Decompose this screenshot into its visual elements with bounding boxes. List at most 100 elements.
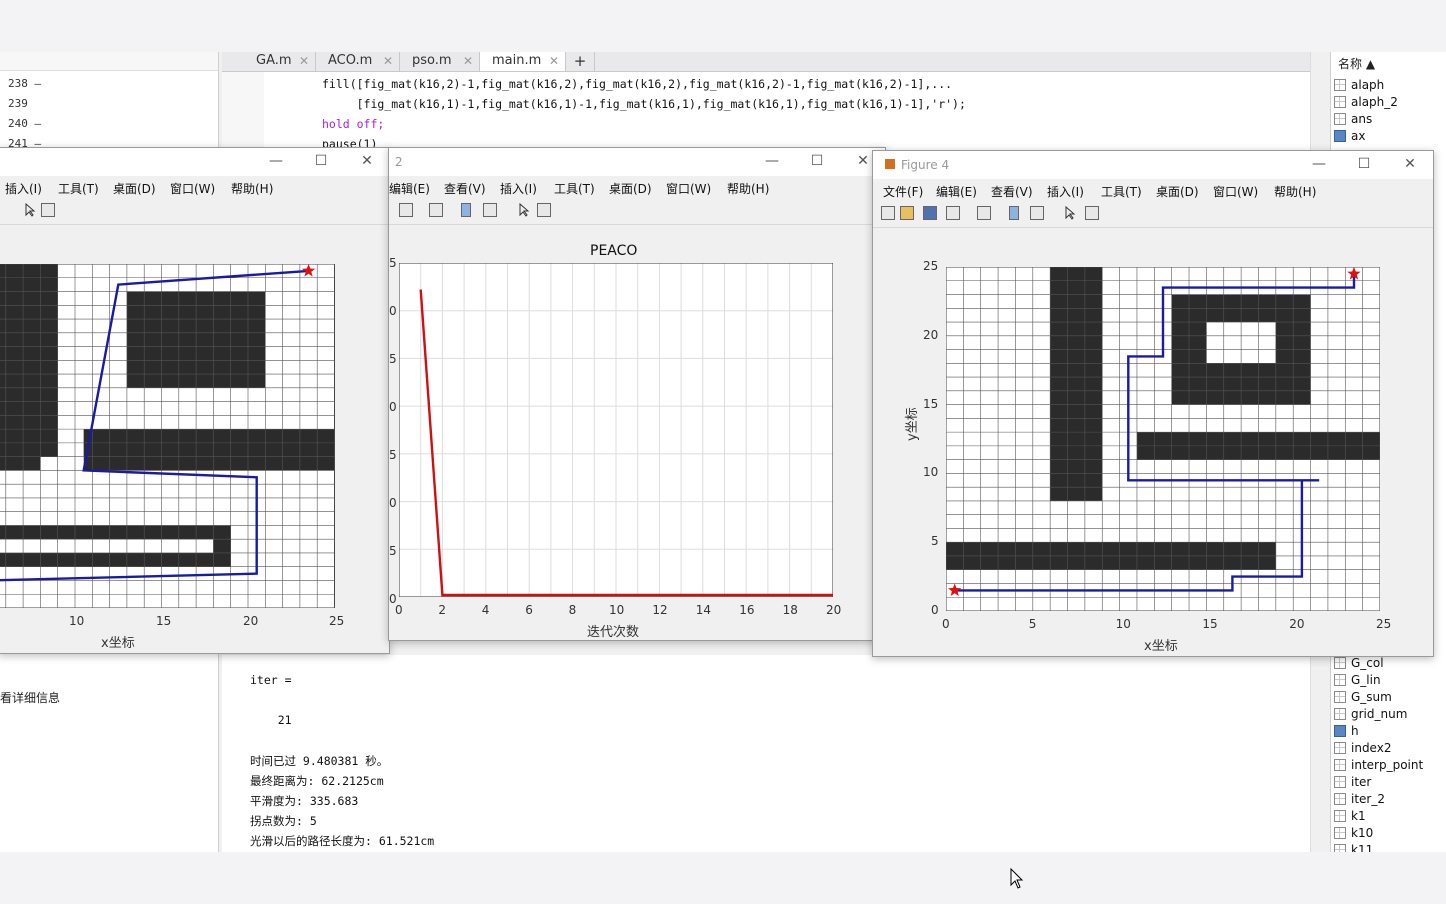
close-icon[interactable]: ✕ bbox=[299, 52, 309, 70]
command-output-line: 拐点数为: 5 bbox=[250, 814, 317, 828]
workspace-variable[interactable]: index2 bbox=[1334, 740, 1391, 757]
variable-name: alaph bbox=[1351, 78, 1385, 92]
link-icon[interactable] bbox=[429, 203, 443, 217]
maximize-button[interactable]: ☐ bbox=[310, 151, 332, 171]
workspace-variable[interactable]: G_lin bbox=[1334, 672, 1381, 689]
workspace-variable[interactable]: alaph_2 bbox=[1334, 94, 1398, 111]
menu-insert[interactable]: 插入(I) bbox=[500, 180, 537, 197]
maximize-button[interactable]: ☐ bbox=[806, 151, 828, 171]
title-bar[interactable]: — ☐ ✕ bbox=[0, 148, 389, 176]
open-folder-icon[interactable] bbox=[900, 206, 914, 220]
workspace-header[interactable]: 名称 ▲ bbox=[1338, 55, 1375, 72]
editor-tabs: GA.m ✕ ACO.m ✕ pso.m ✕ main.m ✕ + bbox=[222, 52, 1310, 72]
new-file-icon[interactable] bbox=[881, 206, 895, 220]
close-icon[interactable]: ✕ bbox=[383, 52, 393, 70]
tab-ga[interactable]: GA.m ✕ bbox=[244, 52, 316, 71]
code-line[interactable]: hold off; bbox=[322, 117, 384, 131]
workspace-variable[interactable]: k1 bbox=[1334, 808, 1366, 825]
workspace-variable[interactable]: G_col bbox=[1334, 655, 1384, 672]
menu-help[interactable]: 帮助(H) bbox=[727, 180, 769, 197]
menu-insert[interactable]: 插入(I) bbox=[5, 180, 42, 197]
colorbar-icon[interactable] bbox=[1009, 206, 1019, 220]
legend-icon[interactable] bbox=[1030, 206, 1044, 220]
top-strip bbox=[0, 0, 1446, 52]
variable-name: G_lin bbox=[1351, 673, 1381, 687]
close-button[interactable]: ✕ bbox=[356, 151, 378, 171]
workspace-variable[interactable]: h bbox=[1334, 723, 1359, 740]
menu-insert[interactable]: 插入(I) bbox=[1047, 183, 1084, 200]
menu-help[interactable]: 帮助(H) bbox=[231, 180, 273, 197]
figure-window-right[interactable]: Figure 4 — ☐ ✕ 文件(F) 编辑(E) 查看(V) 插入(I) 工… bbox=[872, 150, 1434, 657]
y-tick: 5 bbox=[389, 352, 397, 366]
pointer-icon[interactable] bbox=[23, 202, 37, 217]
workspace-variable[interactable]: alaph bbox=[1334, 77, 1384, 94]
minimize-button[interactable]: — bbox=[1308, 154, 1330, 174]
menu-desktop[interactable]: 桌面(D) bbox=[609, 180, 652, 197]
matrix-icon bbox=[1334, 657, 1346, 669]
variable-name: k1 bbox=[1351, 809, 1366, 823]
x-tick: 15 bbox=[1202, 617, 1218, 631]
title-bar[interactable]: Figure 4 — ☐ ✕ bbox=[873, 151, 1433, 179]
figure-window-left[interactable]: — ☐ ✕ 插入(I) 工具(T) 桌面(D) 窗口(W) 帮助(H) 10 1… bbox=[0, 147, 390, 654]
menu-window[interactable]: 窗口(W) bbox=[666, 180, 711, 197]
panel-icon[interactable] bbox=[537, 203, 551, 217]
x-tick: 20 bbox=[1289, 617, 1305, 631]
tab-pso[interactable]: pso.m ✕ bbox=[400, 52, 480, 71]
x-axis-label: x坐标 bbox=[101, 636, 135, 651]
menu-desktop[interactable]: 桌面(D) bbox=[1156, 183, 1199, 200]
add-tab-button[interactable]: + bbox=[566, 52, 595, 71]
menu-window[interactable]: 窗口(W) bbox=[170, 180, 215, 197]
close-button[interactable]: ✕ bbox=[1399, 154, 1421, 174]
workspace-variable[interactable]: grid_num bbox=[1334, 706, 1407, 723]
x-tick: 5 bbox=[1028, 617, 1037, 631]
menu-tools[interactable]: 工具(T) bbox=[58, 180, 99, 197]
menu-help[interactable]: 帮助(H) bbox=[1274, 183, 1316, 200]
print-icon[interactable] bbox=[399, 203, 413, 217]
close-button[interactable]: ✕ bbox=[852, 151, 874, 171]
maximize-button[interactable]: ☐ bbox=[1353, 154, 1375, 174]
x-tick: 18 bbox=[782, 603, 798, 617]
panel-icon[interactable] bbox=[41, 203, 55, 217]
menu-window[interactable]: 窗口(W) bbox=[1213, 183, 1258, 200]
menu-edit[interactable]: 编辑(E) bbox=[389, 180, 430, 197]
workspace-variable[interactable]: iter_2 bbox=[1334, 791, 1385, 808]
legend-icon[interactable] bbox=[483, 203, 497, 217]
title-bar[interactable]: 2 — ☐ ✕ bbox=[389, 148, 885, 176]
print-icon[interactable] bbox=[946, 206, 960, 220]
link-icon[interactable] bbox=[977, 206, 991, 220]
workspace-variable[interactable]: G_sum bbox=[1334, 689, 1392, 706]
y-tick: 0 bbox=[931, 603, 939, 617]
pointer-icon[interactable] bbox=[1063, 205, 1077, 220]
workspace-variable[interactable]: iter bbox=[1334, 774, 1371, 791]
toolbar bbox=[873, 201, 1433, 228]
menu-tools[interactable]: 工具(T) bbox=[1101, 183, 1142, 200]
panel-icon[interactable] bbox=[1085, 206, 1099, 220]
menu-edit[interactable]: 编辑(E) bbox=[936, 183, 977, 200]
x-tick: 6 bbox=[525, 603, 533, 617]
menu-tools[interactable]: 工具(T) bbox=[554, 180, 595, 197]
menu-view[interactable]: 查看(V) bbox=[444, 180, 486, 197]
detail-text[interactable]: 看详细信息 bbox=[0, 689, 60, 706]
minimize-button[interactable]: — bbox=[761, 151, 783, 171]
save-icon[interactable] bbox=[923, 206, 937, 220]
menu-file[interactable]: 文件(F) bbox=[883, 183, 923, 200]
menu-desktop[interactable]: 桌面(D) bbox=[113, 180, 156, 197]
workspace-variable[interactable]: interp_point bbox=[1334, 757, 1423, 774]
workspace-variable[interactable]: ans bbox=[1334, 111, 1372, 128]
x-tick: 10 bbox=[1115, 617, 1131, 631]
pointer-icon[interactable] bbox=[517, 202, 531, 217]
x-tick: 16 bbox=[739, 603, 755, 617]
minimize-button[interactable]: — bbox=[265, 151, 287, 171]
close-icon[interactable]: ✕ bbox=[463, 52, 473, 70]
menu-view[interactable]: 查看(V) bbox=[991, 183, 1033, 200]
code-line[interactable]: fill([fig_mat(k16,2)-1,fig_mat(k16,2),fi… bbox=[322, 77, 952, 91]
colorbar-icon[interactable] bbox=[461, 203, 471, 217]
code-line[interactable]: [fig_mat(k16,1)-1,fig_mat(k16,1)-1,fig_m… bbox=[322, 97, 966, 111]
workspace-variable[interactable]: ax bbox=[1334, 128, 1365, 145]
tab-main[interactable]: main.m ✕ bbox=[480, 52, 566, 71]
workspace-variable[interactable]: k10 bbox=[1334, 825, 1373, 842]
tab-aco[interactable]: ACO.m ✕ bbox=[316, 52, 400, 71]
toolbar bbox=[389, 198, 885, 225]
close-icon[interactable]: ✕ bbox=[549, 52, 559, 70]
figure-window-middle[interactable]: 2 — ☐ ✕ 编辑(E) 查看(V) 插入(I) 工具(T) 桌面(D) 窗口… bbox=[388, 147, 886, 641]
